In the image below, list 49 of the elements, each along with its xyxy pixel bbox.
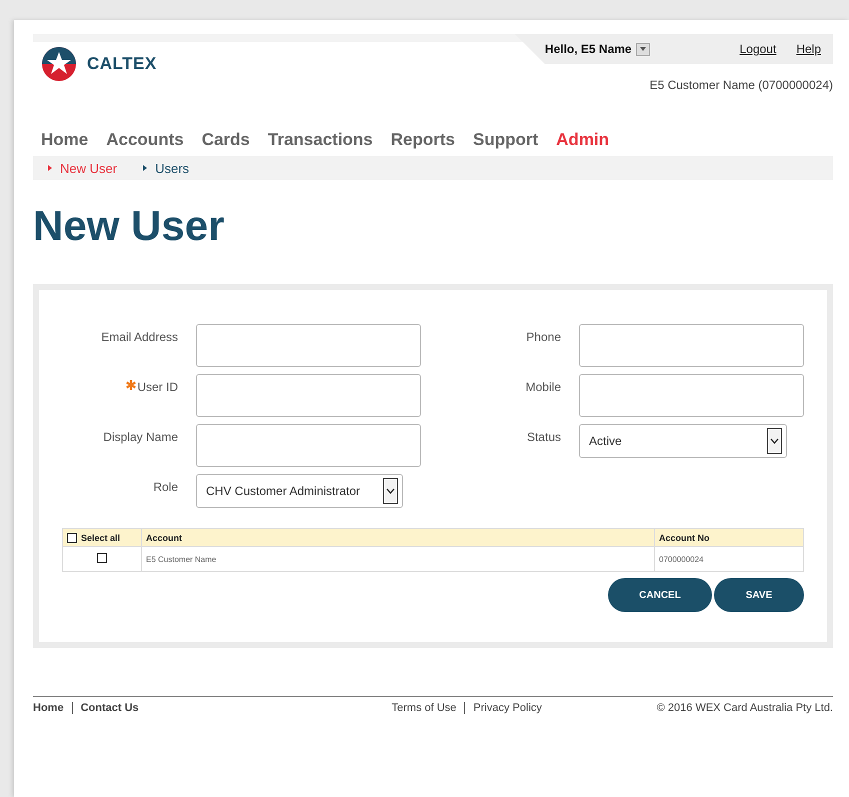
cancel-button[interactable]: CANCEL bbox=[608, 578, 712, 612]
table-cell: 0700000024 bbox=[659, 554, 704, 564]
customer-name: E5 Customer Name (0700000024) bbox=[650, 78, 833, 92]
field-label: Email Address bbox=[101, 330, 178, 344]
chevron-icon bbox=[386, 488, 395, 494]
input-field[interactable] bbox=[579, 324, 804, 367]
input-field[interactable] bbox=[196, 324, 421, 367]
nav-tab[interactable]: Transactions bbox=[268, 130, 373, 150]
page-title: New User bbox=[33, 202, 226, 251]
star-logo-icon bbox=[41, 46, 77, 82]
subnav-link[interactable]: Users bbox=[155, 160, 190, 176]
dropdown-icon[interactable] bbox=[636, 42, 650, 56]
input-field[interactable] bbox=[196, 374, 421, 417]
column-header: Select all bbox=[81, 532, 120, 542]
greeting: Hello, E5 Name bbox=[544, 42, 632, 56]
copyright: © 2016 WEX Card Australia Pty Ltd. bbox=[656, 702, 833, 714]
save-button[interactable]: SAVE bbox=[714, 578, 804, 612]
field-label: Mobile bbox=[526, 380, 561, 394]
footer-link[interactable]: Terms of Use bbox=[392, 702, 464, 714]
checkbox[interactable] bbox=[97, 553, 107, 563]
checkbox[interactable] bbox=[67, 532, 77, 542]
input-field[interactable] bbox=[579, 374, 804, 417]
nav-tab[interactable]: Accounts bbox=[106, 130, 184, 150]
nav-tab[interactable]: Support bbox=[473, 130, 538, 150]
bullet-icon bbox=[143, 165, 148, 171]
bullet-icon bbox=[48, 165, 52, 171]
header-link[interactable]: Logout bbox=[740, 42, 776, 56]
field-label: User ID bbox=[137, 380, 178, 394]
nav-tab[interactable]: Admin bbox=[556, 130, 610, 150]
footer-link[interactable]: Contact Us bbox=[72, 702, 147, 714]
nav-tab[interactable]: Home bbox=[41, 130, 88, 150]
chevron-icon bbox=[770, 438, 779, 444]
select-dropdown[interactable]: Active bbox=[579, 424, 787, 458]
header-link[interactable]: Help bbox=[796, 42, 821, 56]
column-header: Account bbox=[146, 532, 182, 542]
table-cell: E5 Customer Name bbox=[146, 554, 216, 564]
nav-tab[interactable]: Reports bbox=[390, 130, 455, 150]
brand-name: CALTEX bbox=[87, 54, 157, 74]
subnav-link[interactable]: New User bbox=[60, 160, 118, 176]
column-header: Account No bbox=[659, 532, 710, 542]
field-label: Display Name bbox=[103, 430, 178, 444]
field-label: Phone bbox=[526, 330, 561, 344]
nav-tab[interactable]: Cards bbox=[202, 130, 250, 150]
footer-link[interactable]: Privacy Policy bbox=[464, 702, 550, 714]
input-field[interactable] bbox=[196, 424, 421, 467]
select-dropdown[interactable]: CHV Customer Administrator bbox=[196, 474, 403, 508]
field-label: Role bbox=[153, 480, 178, 494]
footer-link[interactable]: Home bbox=[33, 702, 72, 714]
field-label: Status bbox=[526, 430, 561, 444]
